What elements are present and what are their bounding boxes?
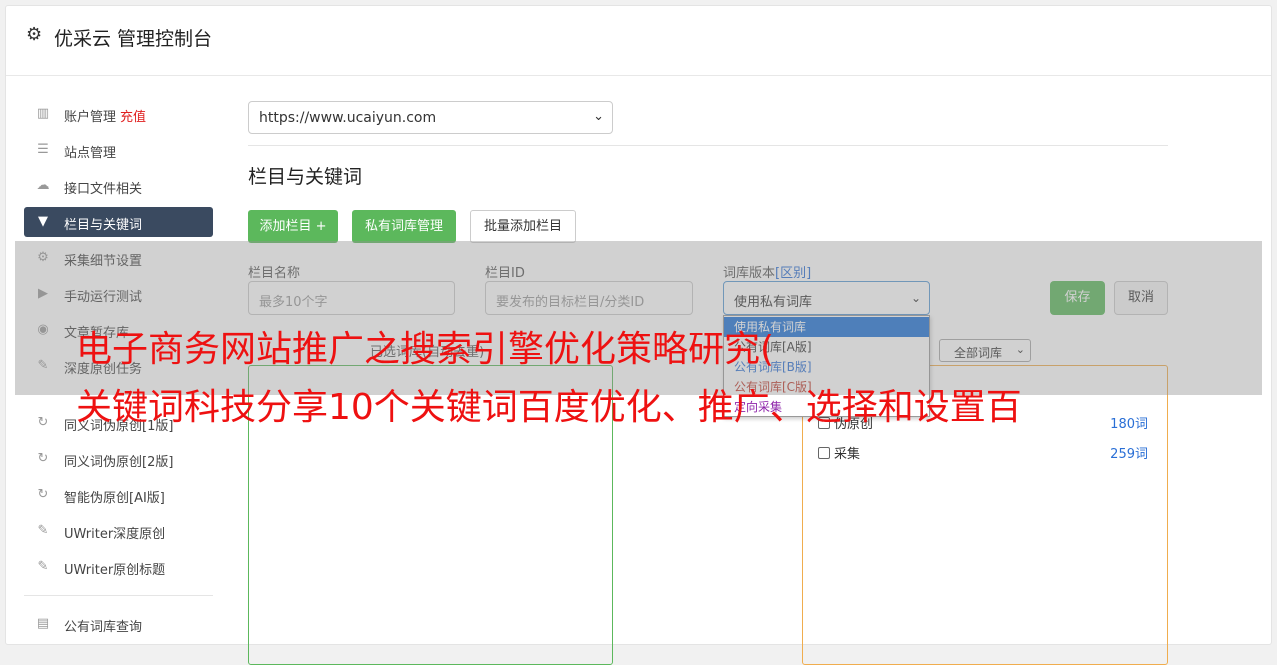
lib-count[interactable]: 259词 <box>1110 443 1148 462</box>
edit-icon: ✎ <box>37 559 49 574</box>
refresh-icon: ↻ <box>37 415 49 430</box>
sidebar-divider <box>24 595 213 596</box>
overlay-band <box>15 241 1262 395</box>
app-title: 优采云 管理控制台 <box>54 28 213 50</box>
filter-icon: ▼ <box>38 214 48 229</box>
private-lib-button[interactable]: 私有词库管理 <box>352 210 456 243</box>
gear-icon: ⚙ <box>26 24 43 45</box>
server-icon: ☰ <box>37 142 49 157</box>
refresh-icon: ↻ <box>37 487 49 502</box>
sidebar-item-label: UWriter深度原创 <box>64 527 166 542</box>
page-title: 栏目与关键词 <box>248 166 363 188</box>
site-select[interactable]: https://www.ucaiyun.com ⌄ <box>248 101 613 134</box>
sidebar-item-label: 站点管理 <box>64 146 117 161</box>
cloud-upload-icon: ☁ <box>36 178 50 193</box>
add-column-button[interactable]: 添加栏目 + <box>248 210 338 243</box>
chevron-down-icon: ⌄ <box>593 109 604 124</box>
checkbox[interactable] <box>818 447 830 459</box>
edit-icon: ✎ <box>37 523 49 538</box>
sidebar-item-ai-original[interactable]: ↻ 智能伪原创[AI版] <box>24 480 213 510</box>
recharge-link[interactable]: 充值 <box>120 110 146 125</box>
book-icon: ▤ <box>36 616 50 631</box>
sidebar-item-uwriter-deep[interactable]: ✎ UWriter深度原创 <box>24 516 213 546</box>
site-select-value: https://www.ucaiyun.com <box>259 110 437 126</box>
lib-checkbox-row[interactable]: 采集 <box>818 443 860 462</box>
sidebar-item-label: 账户管理 <box>64 110 117 125</box>
refresh-icon: ↻ <box>37 451 49 466</box>
sidebar-item-interface[interactable]: ☁ 接口文件相关 <box>24 171 213 201</box>
sidebar-item-label: 公有词库查询 <box>64 620 143 635</box>
lib-count[interactable]: 180词 <box>1110 413 1148 432</box>
sidebar-item-synonym-v2[interactable]: ↻ 同义词伪原创[2版] <box>24 444 213 474</box>
divider <box>248 145 1168 146</box>
sidebar-item-label: UWriter原创标题 <box>64 563 166 578</box>
watermark-text: 电子商务网站推广之搜索引擎优化策略研究( <box>76 329 775 370</box>
sidebar-item-label: 同义词伪原创[2版] <box>64 455 174 470</box>
sidebar-item-public-lib[interactable]: ▤ 公有词库查询 <box>24 609 213 639</box>
sidebar-item-uwriter-title[interactable]: ✎ UWriter原创标题 <box>24 552 213 582</box>
sidebar-item-columns[interactable]: ▼ 栏目与关键词 <box>24 207 213 237</box>
bar-chart-icon: ▥ <box>36 106 50 121</box>
batch-add-button[interactable]: 批量添加栏目 <box>470 210 576 243</box>
sidebar-item-label: 接口文件相关 <box>64 182 143 197</box>
app-header: ⚙ 优采云 管理控制台 <box>6 6 1271 76</box>
watermark-text: 关键词科技分享10个关键词百度优化、推广、选择和设置百 <box>76 387 1022 428</box>
sidebar-item-label: 智能伪原创[AI版] <box>64 491 165 506</box>
sidebar-item-label: 栏目与关键词 <box>64 218 143 233</box>
sidebar-item-sites[interactable]: ☰ 站点管理 <box>24 135 213 165</box>
sidebar-item-account[interactable]: ▥ 账户管理 充值 <box>24 99 213 129</box>
